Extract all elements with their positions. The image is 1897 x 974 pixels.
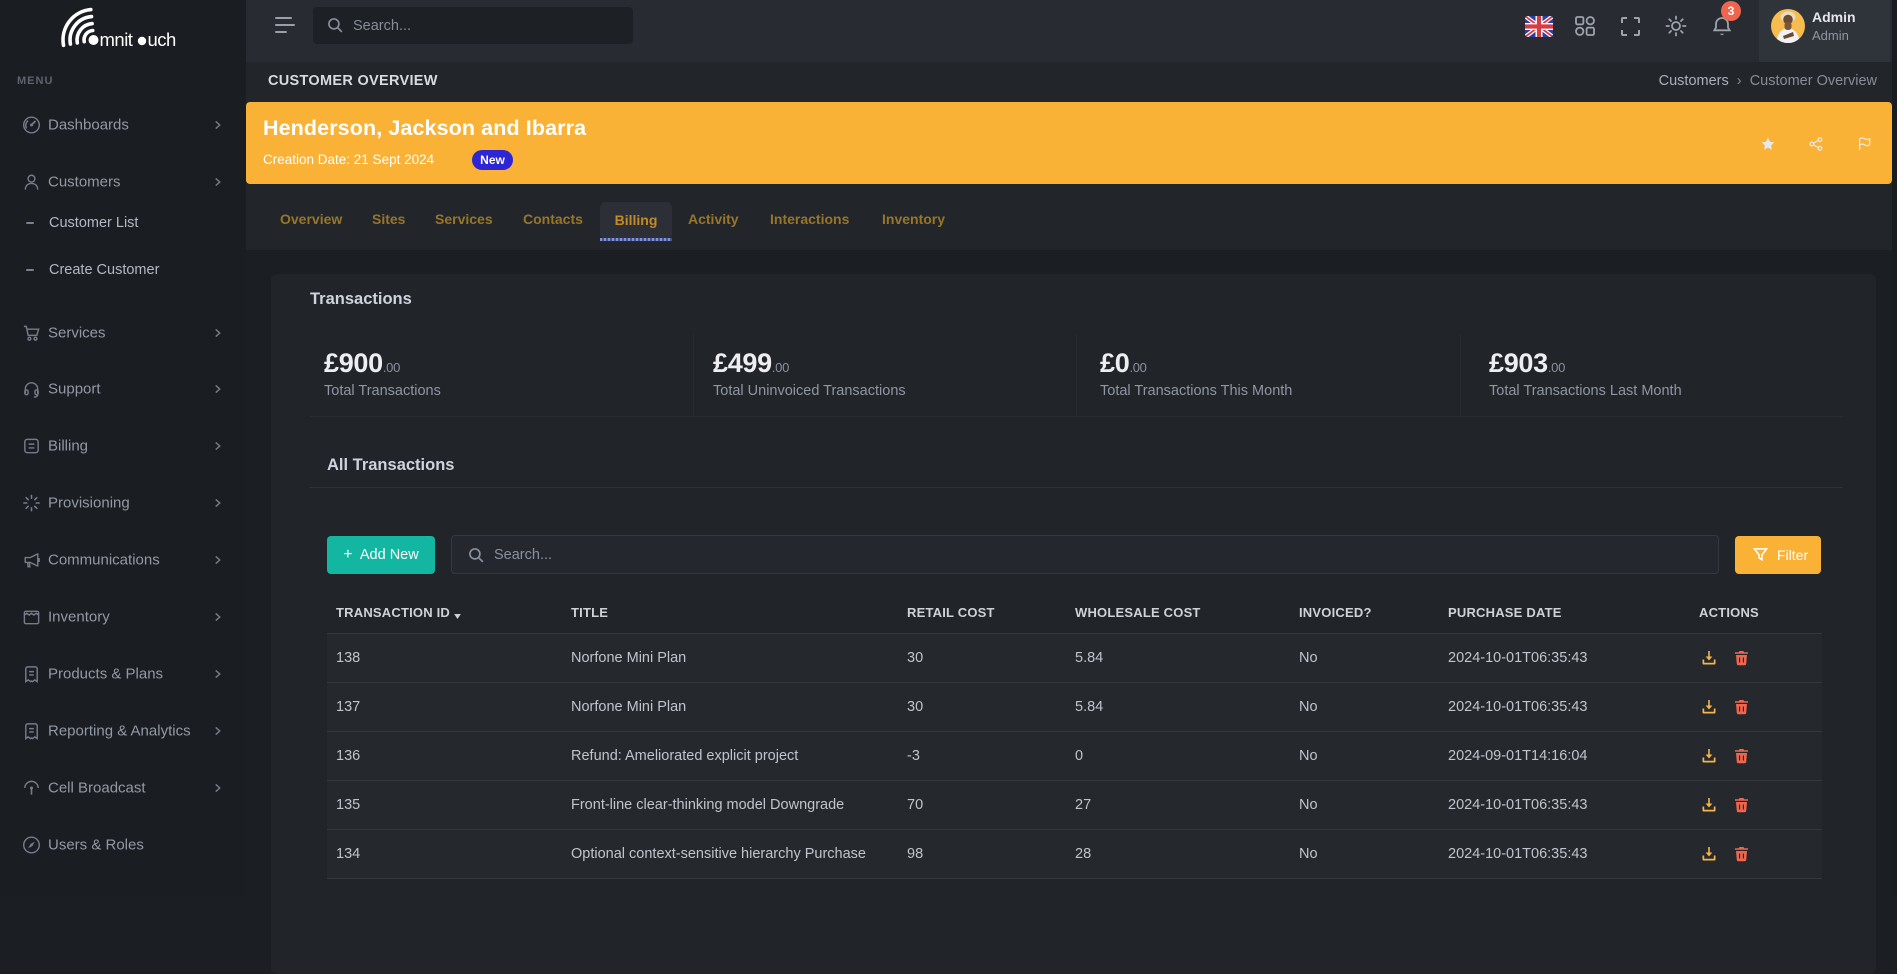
svg-text:mnit: mnit: [100, 29, 133, 50]
svg-text:uch: uch: [148, 29, 177, 50]
